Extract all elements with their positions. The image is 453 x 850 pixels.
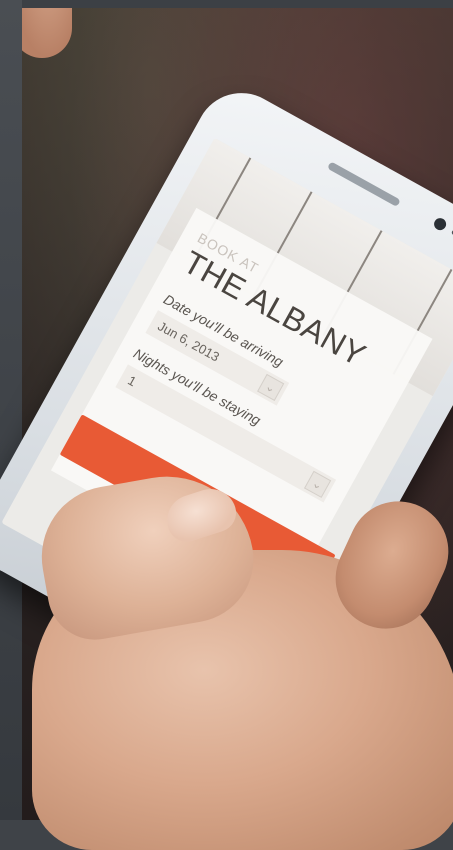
left-finger bbox=[22, 8, 72, 58]
speaker-grille bbox=[326, 161, 401, 208]
hand bbox=[22, 460, 453, 850]
top-border bbox=[0, 0, 453, 8]
nights-value: 1 bbox=[125, 372, 139, 390]
camera-icon bbox=[431, 215, 449, 233]
left-border bbox=[0, 0, 22, 820]
chevron-down-icon[interactable]: ⌄ bbox=[257, 373, 285, 402]
thumbnail bbox=[160, 482, 242, 547]
